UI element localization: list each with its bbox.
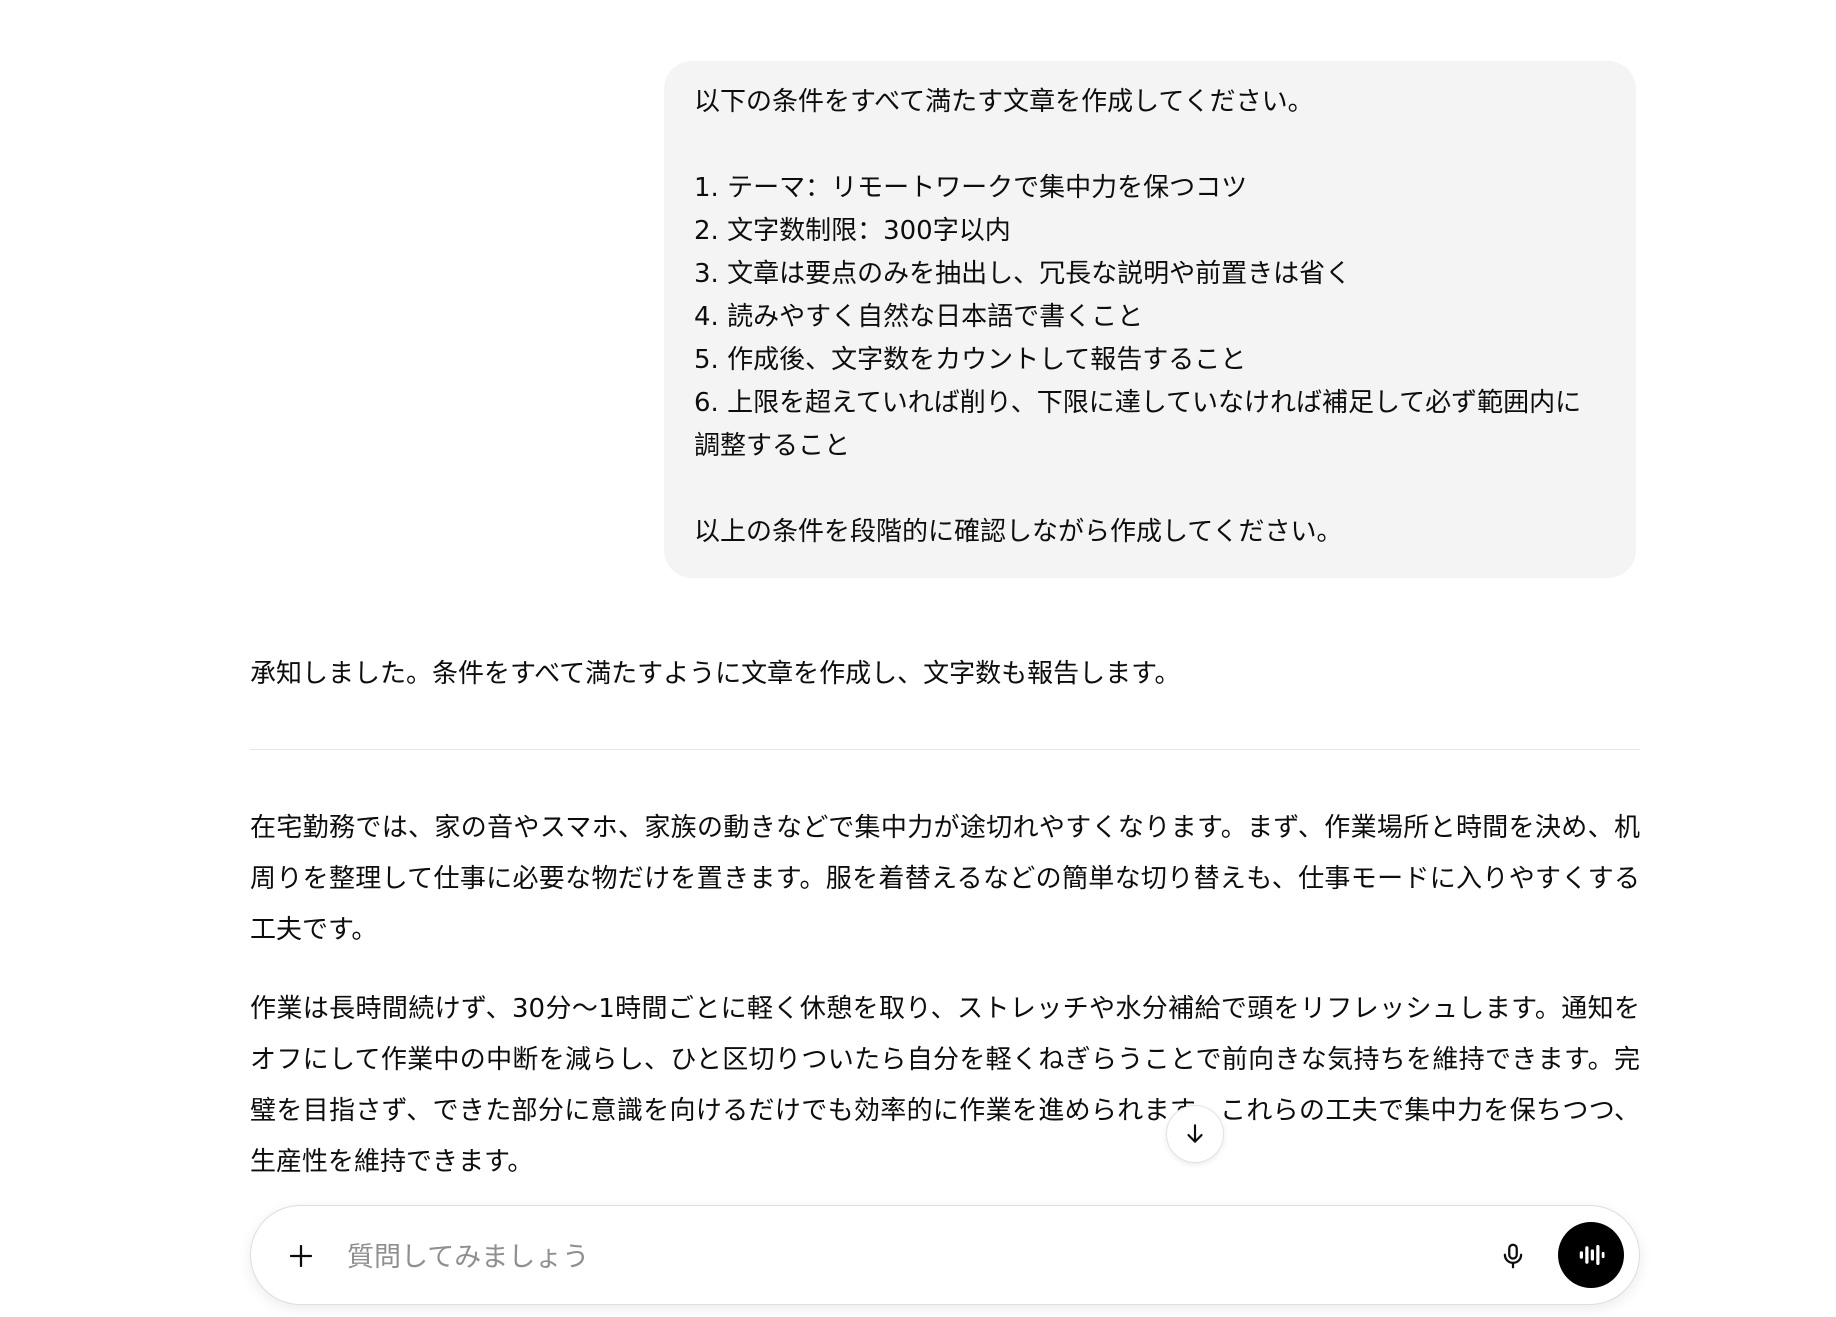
- response-paragraph: 作業は長時間続けず、30分〜1時間ごとに軽く休憩を取り、ストレッチや水分補給で頭…: [250, 994, 1640, 1177]
- arrow-down-icon: [1187, 1124, 1203, 1143]
- dictate-button[interactable]: [1489, 1232, 1537, 1280]
- microphone-icon: [1503, 1243, 1523, 1269]
- user-message-intro: 以下の条件をすべて満たす文章を作成してください。: [694, 87, 1314, 117]
- user-message-closing: 以上の条件を段階的に確認しながら作成してください。: [694, 517, 1343, 547]
- assistant-intro: 承知しました。条件をすべて満たすように文章を作成し、文字数も報告します。: [250, 659, 1181, 689]
- user-message-item: 2. 文字数制限：300字以内: [694, 216, 1011, 246]
- add-attachment-button[interactable]: [277, 1232, 325, 1280]
- user-message-item: 5. 作成後、文字数をカウントして報告すること: [694, 345, 1247, 375]
- divider: [250, 749, 1640, 750]
- user-message-item: 3. 文章は要点のみを抽出し、冗長な説明や前置きは省く: [694, 259, 1352, 289]
- voice-mode-icon: [1579, 1245, 1605, 1265]
- voice-mode-button[interactable]: [1558, 1222, 1624, 1288]
- prompt-input[interactable]: [345, 1232, 1389, 1282]
- scroll-to-bottom-button[interactable]: [1166, 1105, 1224, 1163]
- user-message-item: 4. 読みやすく自然な日本語で書くこと: [694, 302, 1144, 332]
- user-message-item: 1. テーマ：リモートワークで集中力を保つコツ: [694, 173, 1248, 203]
- plus-icon: [289, 1244, 313, 1268]
- assistant-response: 在宅勤務では、家の音やスマホ、家族の動きなどで集中力が途切れやすくなります。まず…: [250, 803, 1640, 1216]
- response-paragraph: 在宅勤務では、家の音やスマホ、家族の動きなどで集中力が途切れやすくなります。まず…: [250, 813, 1640, 945]
- user-message-item: 6. 上限を超えていれば削り、下限に達していなければ補足して必ず範囲内に調整する…: [694, 388, 1582, 461]
- user-message-bubble: 以下の条件をすべて満たす文章を作成してください。 1. テーマ：リモートワークで…: [664, 61, 1636, 578]
- composer: [250, 1205, 1640, 1305]
